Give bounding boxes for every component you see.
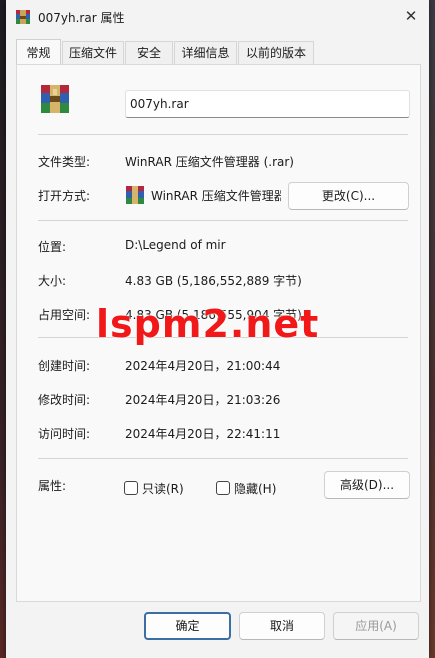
accessed-value: 2024年4月20日，22:41:11 bbox=[125, 427, 281, 441]
winrar-archive-icon bbox=[41, 85, 69, 113]
open-with-label: 打开方式: bbox=[38, 189, 91, 203]
file-type-value: WinRAR 压缩文件管理器 (.rar) bbox=[125, 155, 294, 169]
tab-previous-versions[interactable]: 以前的版本 bbox=[238, 41, 314, 64]
size-on-disk-label: 占用空间: bbox=[38, 308, 91, 322]
divider bbox=[38, 458, 408, 459]
divider bbox=[38, 134, 408, 135]
close-icon: ✕ bbox=[404, 7, 418, 25]
advanced-button[interactable]: 高级(D)... bbox=[324, 471, 410, 499]
attributes-label: 属性: bbox=[38, 479, 67, 493]
close-button[interactable]: ✕ bbox=[393, 0, 429, 32]
tab-archive[interactable]: 压缩文件 bbox=[62, 41, 124, 64]
open-with-value: WinRAR 压缩文件管理器 bbox=[151, 189, 281, 203]
checkbox-box[interactable] bbox=[216, 481, 230, 495]
size-value: 4.83 GB (5,186,552,889 字节) bbox=[125, 274, 302, 288]
winrar-app-icon bbox=[126, 186, 144, 204]
window-title: 007yh.rar 属性 bbox=[38, 11, 125, 25]
tab-general[interactable]: 常规 bbox=[16, 39, 61, 64]
readonly-label: 只读(R) bbox=[142, 482, 184, 496]
tab-details[interactable]: 详细信息 bbox=[174, 41, 237, 64]
ok-button[interactable]: 确定 bbox=[144, 612, 231, 640]
file-name-input[interactable]: 007yh.rar bbox=[125, 90, 410, 118]
winrar-archive-icon bbox=[16, 10, 30, 24]
location-value: D:\Legend of mir bbox=[125, 238, 226, 252]
readonly-checkbox[interactable]: 只读(R) bbox=[124, 480, 184, 497]
checkbox-box[interactable] bbox=[124, 481, 138, 495]
cancel-button[interactable]: 取消 bbox=[239, 612, 325, 640]
modified-label: 修改时间: bbox=[38, 393, 91, 407]
hidden-checkbox[interactable]: 隐藏(H) bbox=[216, 480, 276, 497]
size-label: 大小: bbox=[38, 274, 67, 288]
file-type-label: 文件类型: bbox=[38, 155, 91, 169]
watermark-text: lspm2.net bbox=[96, 302, 320, 346]
dialog-footer: 确定 取消 应用(A) bbox=[6, 602, 429, 658]
accessed-label: 访问时间: bbox=[38, 427, 91, 441]
apply-button[interactable]: 应用(A) bbox=[333, 612, 419, 640]
tab-security[interactable]: 安全 bbox=[125, 41, 173, 64]
divider bbox=[38, 220, 408, 221]
location-label: 位置: bbox=[38, 240, 67, 254]
created-label: 创建时间: bbox=[38, 359, 91, 373]
created-value: 2024年4月20日，21:00:44 bbox=[125, 359, 281, 373]
title-bar: 007yh.rar 属性 ✕ bbox=[6, 0, 429, 34]
modified-value: 2024年4月20日，21:03:26 bbox=[125, 393, 281, 407]
change-button[interactable]: 更改(C)... bbox=[288, 182, 409, 210]
hidden-label: 隐藏(H) bbox=[234, 482, 277, 496]
